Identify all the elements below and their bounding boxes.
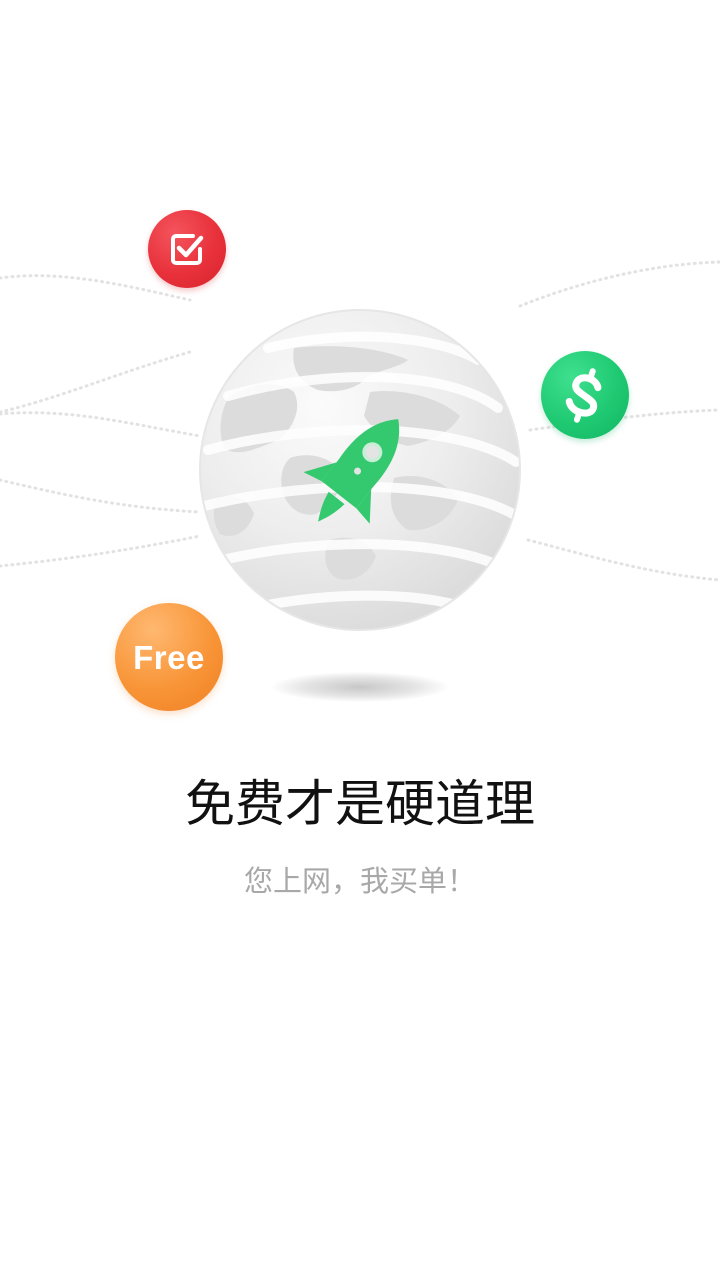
dollar-badge (541, 351, 629, 439)
dollar-icon (565, 368, 602, 423)
globe-icon (199, 309, 521, 631)
checkbox-badge (148, 210, 226, 288)
free-badge-label: Free (133, 638, 205, 676)
checkbox-icon (171, 234, 204, 265)
free-badge: Free (115, 603, 223, 711)
page-title: 免费才是硬道理 (185, 775, 535, 833)
globe-illustration (198, 308, 522, 632)
page-subtitle: 您上网，我买单！ (243, 864, 476, 898)
onboarding-screen: Free 免费才是硬道理 您上网，我买单！ (0, 0, 720, 1280)
globe-shadow (272, 672, 448, 702)
